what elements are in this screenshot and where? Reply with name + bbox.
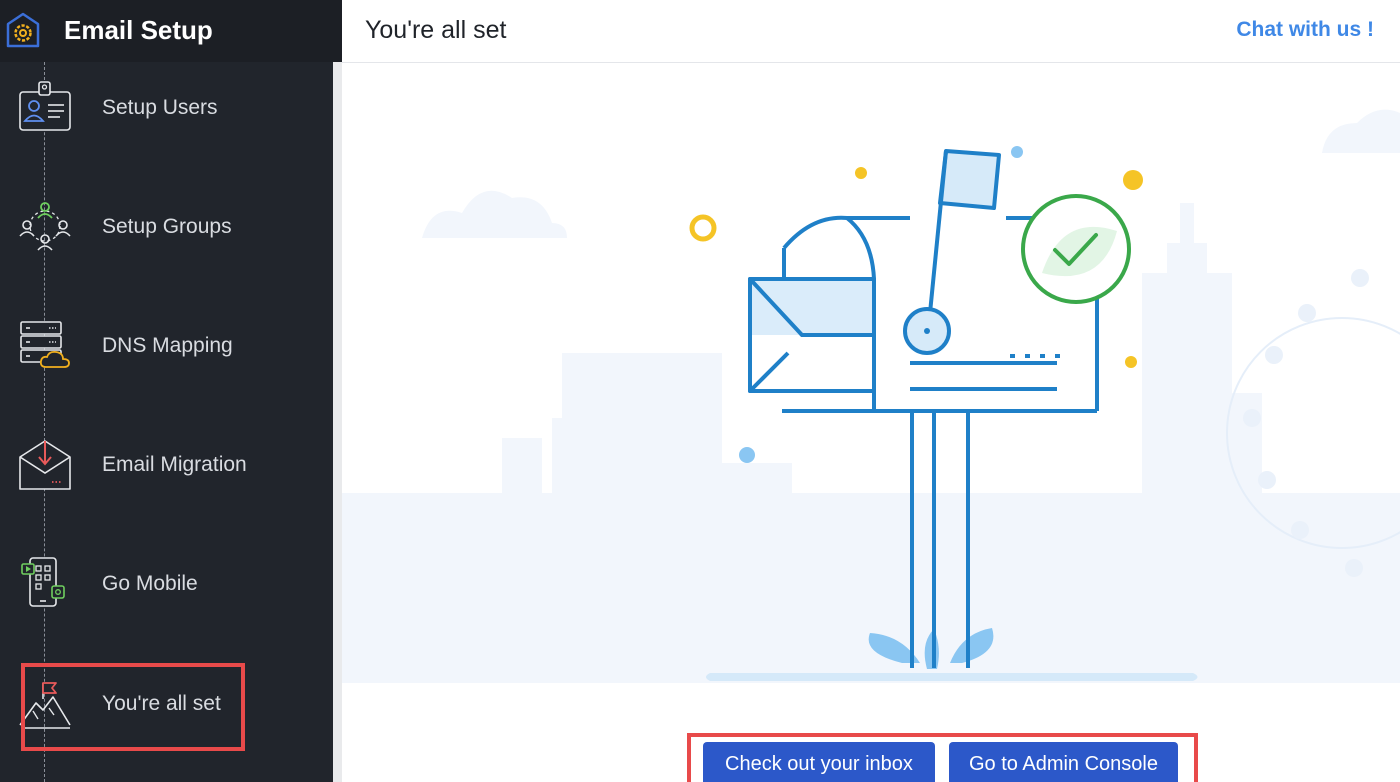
check-inbox-button[interactable]: Check out your inbox: [703, 742, 935, 782]
main-header: You're all set Chat with us !: [342, 0, 1400, 63]
mobile-phone-icon: [21, 557, 65, 607]
active-step-highlight: [21, 663, 245, 751]
gear-shield-logo-icon: [6, 12, 40, 48]
chat-with-us-link[interactable]: Chat with us !: [1236, 16, 1374, 44]
sidebar-step-label: DNS Mapping: [102, 334, 233, 357]
sidebar-step-email-migration[interactable]: Email Migration: [0, 405, 332, 524]
sidebar-step-label: Setup Users: [102, 96, 218, 119]
sidebar-step-setup-users[interactable]: Setup Users: [0, 48, 332, 167]
sidebar-step-label: Setup Groups: [102, 215, 232, 238]
page-title: You're all set: [365, 16, 507, 44]
sidebar-step-dns-mapping[interactable]: DNS Mapping: [0, 286, 332, 405]
app-title: Email Setup: [64, 15, 213, 45]
sidebar-step-go-mobile[interactable]: Go Mobile: [0, 524, 332, 643]
user-group-icon: [19, 202, 71, 251]
mailbox-success-illustration: [342, 109, 1400, 683]
sidebar-scrollbar[interactable]: [333, 62, 342, 782]
user-id-card-icon: [19, 81, 71, 131]
sidebar-step-label: Go Mobile: [102, 572, 198, 595]
server-cloud-icon: [20, 321, 70, 368]
sidebar-step-label: Email Migration: [102, 453, 247, 476]
sidebar-step-setup-groups[interactable]: Setup Groups: [0, 167, 332, 286]
main-panel: You're all set Chat with us ! Check out …: [342, 0, 1400, 782]
sidebar: Email Setup Setup Users Setup Groups DNS…: [0, 0, 342, 782]
admin-console-button[interactable]: Go to Admin Console: [949, 742, 1178, 782]
envelope-download-icon: [19, 440, 71, 490]
